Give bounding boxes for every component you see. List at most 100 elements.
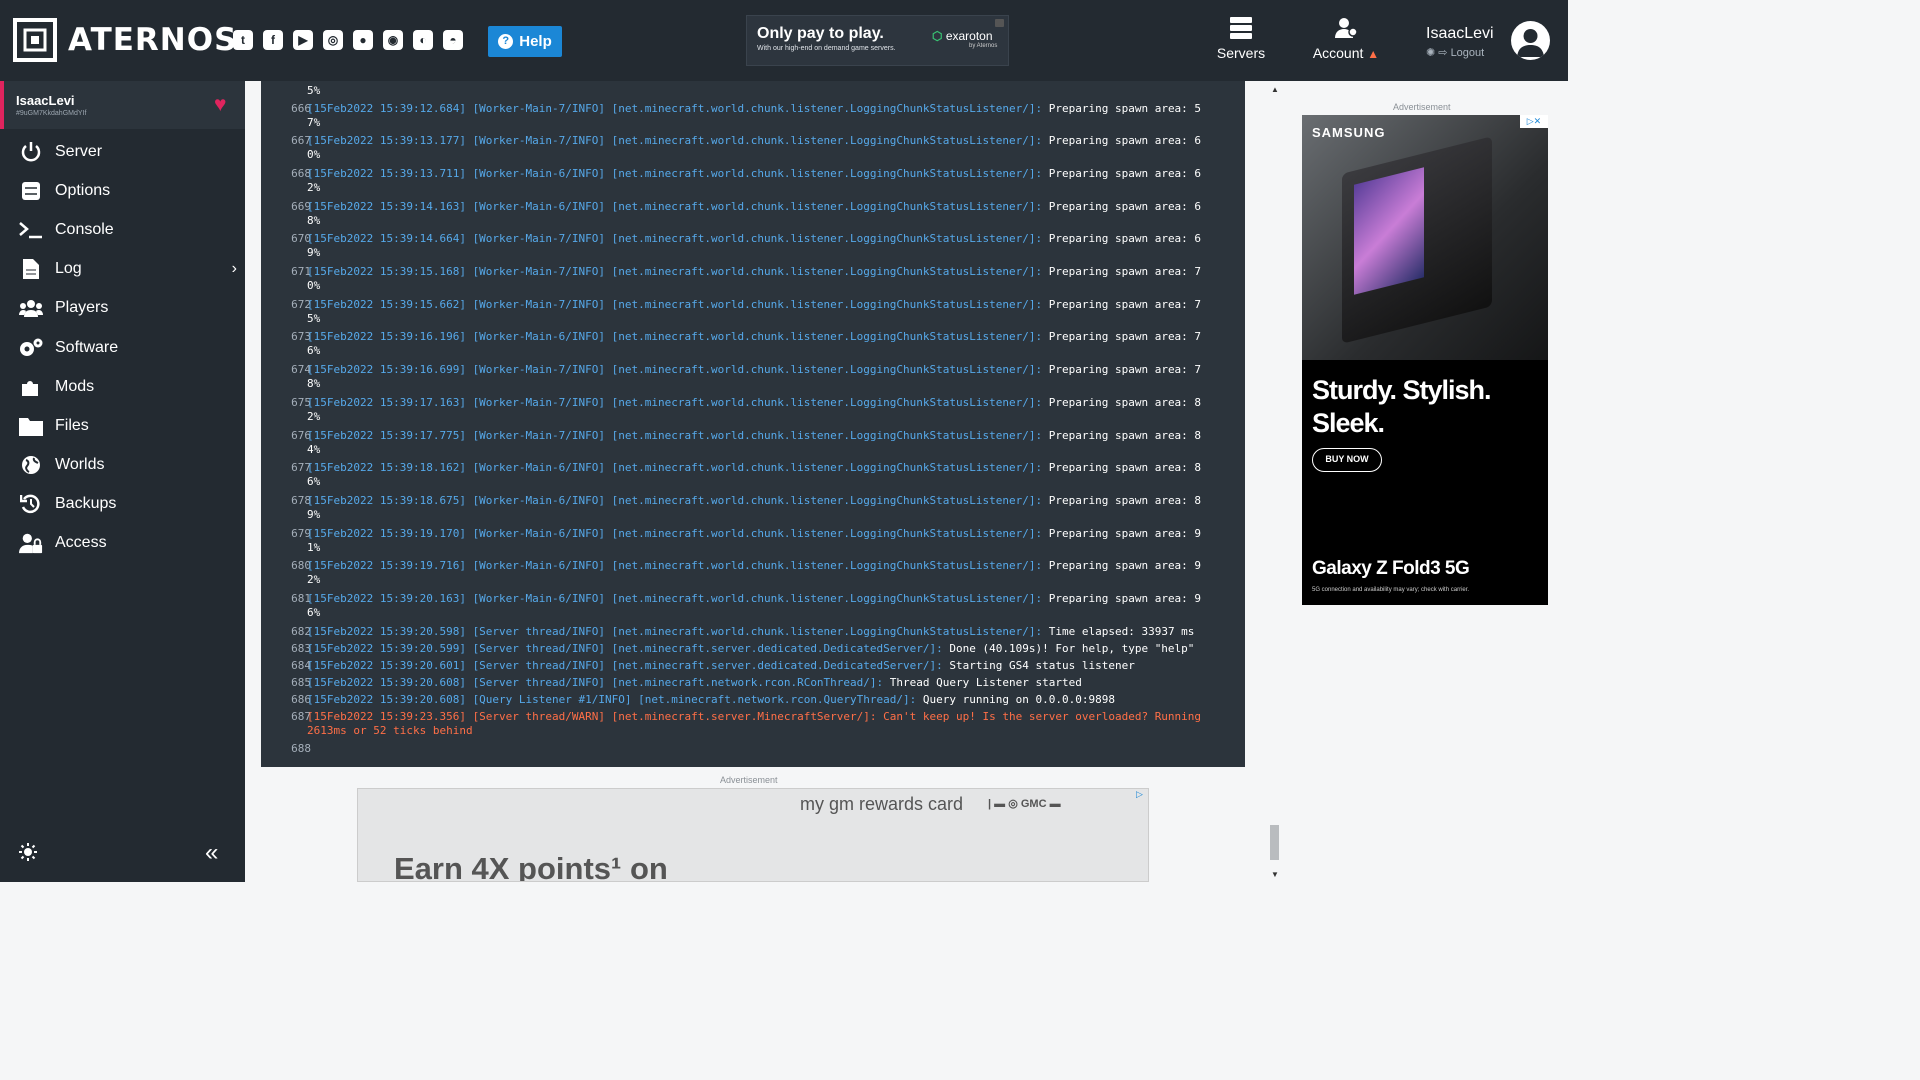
terminal-icon xyxy=(19,218,43,242)
sidebar-item-worlds[interactable]: Worlds xyxy=(0,446,245,485)
sidebar-item-label: Players xyxy=(55,299,109,317)
sidebar-item-log[interactable]: Log › xyxy=(0,250,245,289)
log-message: Preparing spawn area: 9 xyxy=(1042,559,1202,573)
ad-choices-icon[interactable]: ▷✕ xyxy=(1520,115,1548,128)
log-continuation: 2% xyxy=(307,180,321,194)
line-number: 677 xyxy=(291,461,311,475)
log-message: Preparing spawn area: 5 xyxy=(1042,101,1202,115)
line-number: 668 xyxy=(291,166,311,180)
top-ad-subline: With our high-end on demand game servers… xyxy=(757,45,896,52)
brand-name[interactable]: ATERNOS xyxy=(68,22,237,58)
facebook-icon[interactable]: f xyxy=(263,30,283,50)
server-log-console[interactable]: 5% 666 [15Feb2022 15:39:12.684] [Worker-Ma… xyxy=(261,81,1245,767)
sidebar-item-label: Mods xyxy=(55,377,95,395)
log-text: [15Feb2022 15:39:15.168] [Worker-Main-7/… xyxy=(307,265,1237,292)
twitter-icon[interactable]: t xyxy=(233,30,253,50)
line-number: 686 xyxy=(291,692,311,706)
log-text: [15Feb2022 15:39:18.675] [Worker-Main-6/… xyxy=(307,494,1237,521)
discord-icon[interactable]: ◉ xyxy=(383,30,403,50)
help-button[interactable]: ? Help xyxy=(488,26,562,57)
log-message: Starting GS4 status listener xyxy=(942,658,1135,672)
log-text: [15Feb2022 15:39:13.711] [Worker-Main-6/… xyxy=(307,167,1237,194)
sidebar-item-label: Software xyxy=(55,338,119,356)
log-continuation: 2% xyxy=(307,573,321,587)
warning-icon: ▲ xyxy=(1367,47,1380,61)
collapse-sidebar-icon[interactable]: « xyxy=(205,839,218,867)
log-source: [15Feb2022 15:39:17.775] [Worker-Main-7/… xyxy=(307,428,1043,442)
nav-account[interactable]: Account ▲ xyxy=(1308,16,1384,61)
log-text: [15Feb2022 15:39:20.608] [Query Listener… xyxy=(307,693,1237,706)
log-continuation: 2% xyxy=(307,409,321,423)
sidebar-item-label: Files xyxy=(55,416,89,434)
teamspeak-icon[interactable]: ◐ xyxy=(413,30,433,50)
phone-image xyxy=(1342,136,1492,344)
ad-close-icon[interactable] xyxy=(995,19,1004,27)
sidebar-item-console[interactable]: Console xyxy=(0,210,245,249)
line-number: 671 xyxy=(291,265,311,278)
log-source: [15Feb2022 15:39:15.662] [Worker-Main-7/… xyxy=(307,297,1043,311)
log-source: [15Feb2022 15:39:19.716] [Worker-Main-6/… xyxy=(307,559,1043,573)
instagram-icon[interactable]: ◎ xyxy=(323,30,343,50)
sidebar-item-mods[interactable]: Mods xyxy=(0,367,245,406)
line-number: 669 xyxy=(291,199,311,213)
ad-fineprint: 5G connection and availability may vary;… xyxy=(1312,587,1470,593)
nav-servers[interactable]: Servers xyxy=(1213,16,1269,61)
log-message: Preparing spawn area: 6 xyxy=(1042,199,1202,213)
log-source: [15Feb2022 15:39:16.196] [Worker-Main-6/… xyxy=(307,330,1043,344)
line-number: 684 xyxy=(291,658,311,672)
bottom-advertisement[interactable]: my gm rewards card | ▬ ◎ GMC ▬ Earn 4X p… xyxy=(357,788,1149,882)
log-message: Preparing spawn area: 9 xyxy=(1042,526,1202,540)
line-number: 683 xyxy=(291,641,311,655)
log-source: [15Feb2022 15:39:17.163] [Worker-Main-7/… xyxy=(307,395,1043,409)
sidebar-item-options[interactable]: Options xyxy=(0,171,245,210)
log-continuation: 6% xyxy=(307,606,321,619)
top-ad-headline: Only pay to play. xyxy=(757,25,884,42)
server-header[interactable]: IsaacLevi #9uGM7KkdahGMdYIf ♥ xyxy=(0,81,245,129)
log-message: Preparing spawn area: 8 xyxy=(1042,428,1202,442)
sidebar-item-backups[interactable]: Backups xyxy=(0,485,245,524)
sidebar: IsaacLevi #9uGM7KkdahGMdYIf ♥ Server Opt… xyxy=(0,81,245,882)
line-number: 674 xyxy=(291,363,311,377)
github-icon[interactable]: ◓ xyxy=(443,30,463,50)
logout-link[interactable]: ✺ ⇨ Logout xyxy=(1426,46,1494,59)
chevron-right-icon[interactable]: › xyxy=(232,260,237,278)
theme-sun-icon[interactable] xyxy=(19,843,37,861)
aternos-logo-icon[interactable] xyxy=(13,18,57,62)
social-links: t f ▶ ◎ ● ◉ ◐ ◓ xyxy=(233,30,463,50)
sidebar-item-label: Options xyxy=(55,181,111,199)
car-brands-logos: | ▬ ◎ GMC ▬ xyxy=(988,798,1061,810)
log-message: Time elapsed: 33937 ms xyxy=(1042,624,1195,638)
log-source: [15Feb2022 15:39:15.168] [Worker-Main-7/… xyxy=(307,265,1043,278)
log-continuation: 8% xyxy=(307,377,321,391)
broken-heart-icon[interactable]: ♥ xyxy=(214,93,226,117)
log-message: Preparing spawn area: 8 xyxy=(1042,461,1202,475)
sidebar-item-server[interactable]: Server xyxy=(0,132,245,171)
sidebar-item-access[interactable]: Access xyxy=(0,524,245,563)
youtube-icon[interactable]: ▶ xyxy=(293,30,313,50)
line-number: 680 xyxy=(291,559,311,573)
log-continuation: 9% xyxy=(307,246,321,260)
avatar[interactable] xyxy=(1511,21,1550,60)
log-source: [15Feb2022 15:39:14.163] [Worker-Main-6/… xyxy=(307,199,1043,213)
sidebar-item-software[interactable]: Software xyxy=(0,328,245,367)
top-advertisement[interactable]: Only pay to play. With our high-end on d… xyxy=(746,15,1009,66)
scroll-down-icon[interactable]: ▼ xyxy=(1271,870,1279,879)
log-source: [15Feb2022 15:39:18.162] [Worker-Main-6/… xyxy=(307,461,1043,475)
scroll-up-icon[interactable]: ▲ xyxy=(1271,85,1279,94)
page-scrollbar[interactable] xyxy=(1270,825,1279,860)
buy-now-button[interactable]: BUY NOW xyxy=(1312,448,1382,472)
power-icon xyxy=(19,140,43,164)
gear-icon[interactable]: ✺ xyxy=(1426,47,1435,59)
sidebar-item-players[interactable]: Players xyxy=(0,289,245,328)
server-id: #9uGM7KkdahGMdYIf xyxy=(16,110,87,117)
servers-icon xyxy=(1230,17,1252,39)
ad-choices-icon[interactable]: ▷ xyxy=(1136,789,1148,801)
log-text: [15Feb2022 15:39:14.163] [Worker-Main-6/… xyxy=(307,200,1237,227)
log-continuation: 5% xyxy=(307,311,321,325)
reddit-icon[interactable]: ● xyxy=(353,30,373,50)
nav-account-label: Account xyxy=(1312,45,1364,61)
log-source: [15Feb2022 15:39:13.177] [Worker-Main-7/… xyxy=(307,134,1043,148)
sidebar-item-files[interactable]: Files xyxy=(0,406,245,445)
side-advertisement[interactable]: SAMSUNG ▷✕ Sturdy. Stylish. Sleek. BUY N… xyxy=(1302,115,1548,605)
username: IsaacLevi xyxy=(1426,25,1494,42)
